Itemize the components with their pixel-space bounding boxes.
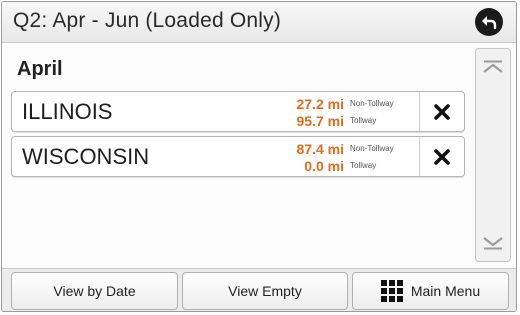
close-icon <box>434 103 450 120</box>
main-menu-label: Main Menu <box>410 283 481 299</box>
state-row: WISCONSIN 87.4 mi Non-Tollway 0.0 mi Tol… <box>11 136 465 177</box>
main-menu-button[interactable]: Main Menu <box>352 272 509 310</box>
bottom-toolbar: View by Date View Empty Main Menu <box>2 268 516 311</box>
scroll-down-icon <box>483 237 503 250</box>
view-by-date-label: View by Date <box>53 283 136 299</box>
app-window: Q2: Apr - Jun (Loaded Only) April ILLINO… <box>1 1 517 312</box>
title-bar: Q2: Apr - Jun (Loaded Only) <box>2 2 516 43</box>
tollway-label: Tollway <box>350 116 377 125</box>
month-heading: April <box>17 58 63 80</box>
non-tollway-miles: 27.2 mi <box>296 95 344 112</box>
grid-menu-icon <box>380 280 403 302</box>
tollway-miles: 0.0 mi <box>304 157 344 174</box>
state-name: WISCONSIN <box>22 144 150 169</box>
back-button[interactable] <box>475 8 503 36</box>
non-tollway-label: Non-Tollway <box>350 144 394 153</box>
back-arrow-icon <box>482 16 497 30</box>
scroll-down-button[interactable] <box>476 229 510 257</box>
tollway-label: Tollway <box>350 161 377 170</box>
delete-row-button[interactable] <box>419 92 464 131</box>
view-empty-button[interactable]: View Empty <box>182 272 348 310</box>
page-title: Q2: Apr - Jun (Loaded Only) <box>13 9 282 32</box>
scrollbar[interactable] <box>475 48 511 262</box>
close-icon <box>434 148 450 165</box>
view-by-date-button[interactable]: View by Date <box>11 272 178 310</box>
mileage-block: 27.2 mi Non-Tollway 95.7 mi Tollway <box>256 95 426 129</box>
mileage-block: 87.4 mi Non-Tollway 0.0 mi Tollway <box>256 140 426 174</box>
scroll-up-icon <box>483 60 503 73</box>
delete-row-button[interactable] <box>419 137 464 176</box>
tollway-miles: 95.7 mi <box>296 112 344 129</box>
non-tollway-miles: 87.4 mi <box>296 140 344 157</box>
view-empty-label: View Empty <box>228 283 302 299</box>
state-name: ILLINOIS <box>22 99 113 124</box>
state-row: ILLINOIS 27.2 mi Non-Tollway 95.7 mi Tol… <box>11 91 465 132</box>
scroll-up-button[interactable] <box>476 53 510 81</box>
non-tollway-label: Non-Tollway <box>350 99 394 108</box>
